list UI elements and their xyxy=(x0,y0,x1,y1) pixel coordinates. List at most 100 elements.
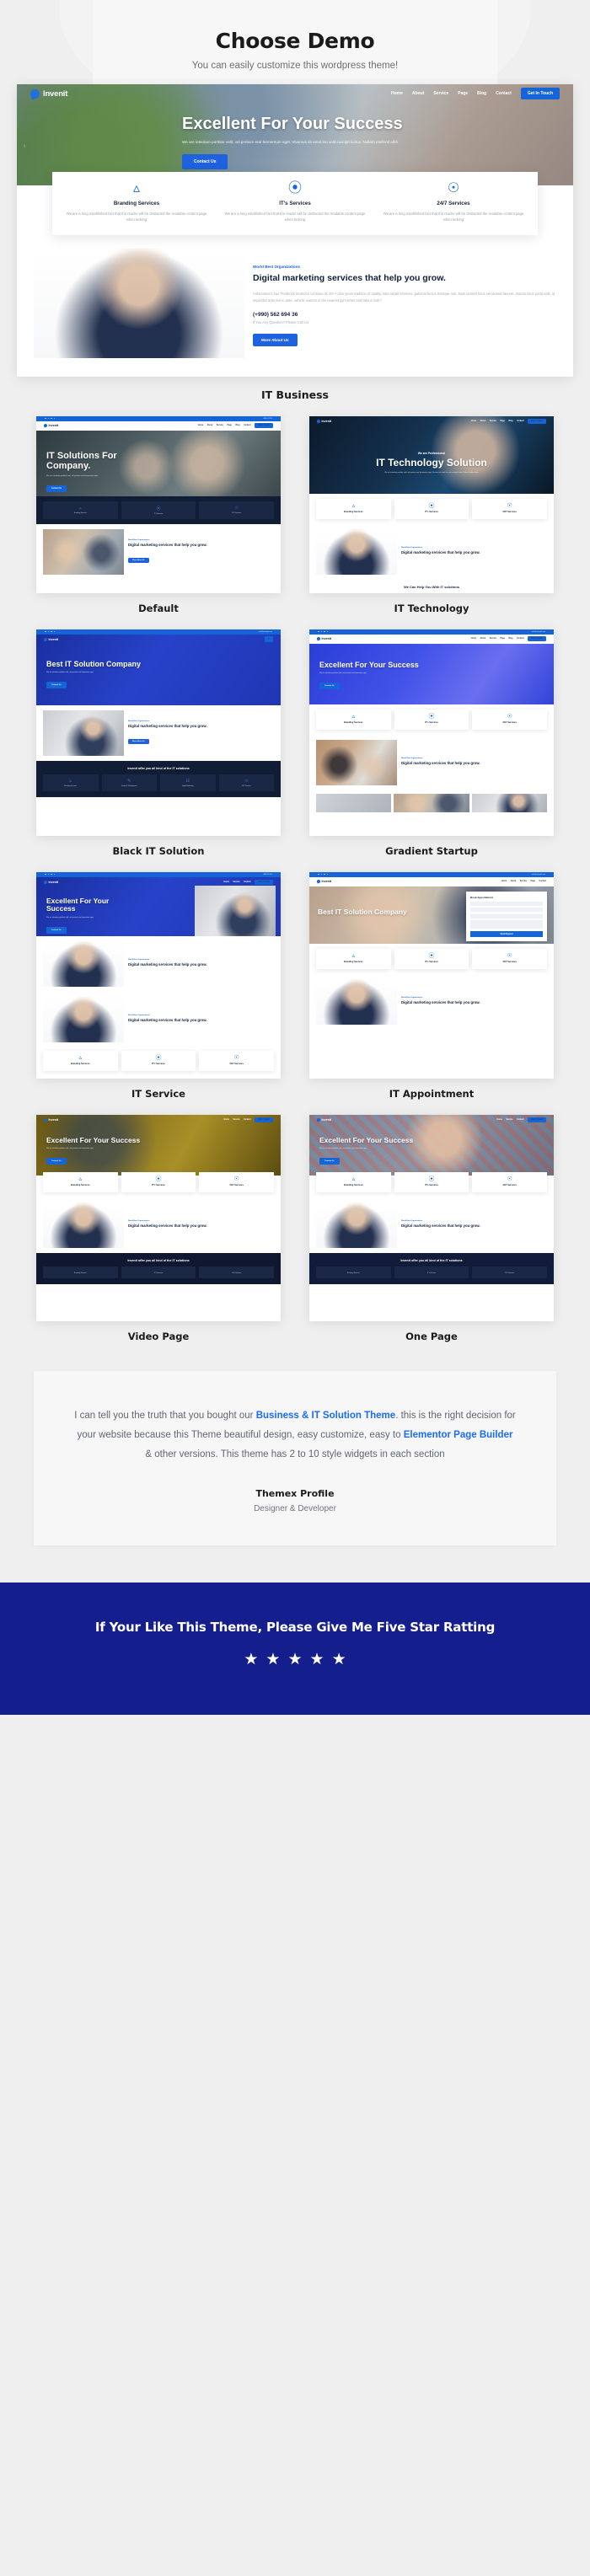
nav-item[interactable]: Service xyxy=(233,1119,239,1121)
service-card[interactable]: ☉ 24/7 Services xyxy=(472,1171,548,1192)
nav-item[interactable]: Page xyxy=(500,420,505,422)
service-card[interactable]: ⦿ IT's Services xyxy=(394,948,469,969)
service-card[interactable]: ⦿ IT's Services xyxy=(121,1171,196,1192)
service-card[interactable]: ▵ Branding Services xyxy=(43,1171,118,1192)
get-in-touch-button[interactable]: Get In Touch xyxy=(528,1117,546,1122)
service-card[interactable]: ▵ Branding Services xyxy=(316,1171,391,1192)
nav-item[interactable]: Service xyxy=(217,425,223,426)
star-icon[interactable]: ★ xyxy=(266,1652,280,1668)
nav-item[interactable]: Page xyxy=(500,638,505,640)
feature-box[interactable]: IT's Services xyxy=(394,1266,469,1278)
get-in-touch-button[interactable]: Get In Touch xyxy=(520,88,560,99)
nav-item[interactable]: Service xyxy=(490,638,496,640)
nav-item-service[interactable]: Service xyxy=(433,91,448,96)
nav-item[interactable]: Home xyxy=(496,1119,502,1121)
feature-box[interactable]: ☷ Digital Marketing xyxy=(160,774,216,791)
demo-thumbnail[interactable]: +880 01 1111 Invenit Home About Service … xyxy=(36,415,281,593)
service-card[interactable]: ☉ 24/7 Services xyxy=(472,709,548,730)
quote-link-theme[interactable]: Business & IT Solution Theme xyxy=(256,1411,396,1421)
feature-box[interactable]: ☉ 24/7 Services xyxy=(199,501,275,519)
star-icon[interactable]: ★ xyxy=(244,1652,258,1668)
nav-item[interactable]: Home xyxy=(223,881,228,883)
service-card[interactable]: ⦿ IT's Services xyxy=(394,709,469,730)
split-button[interactable]: More About Us xyxy=(128,557,149,563)
feature-box[interactable]: IT's Services xyxy=(121,1266,196,1278)
form-input[interactable] xyxy=(470,913,543,918)
service-card[interactable]: ▵ Branding Services We are a long establ… xyxy=(57,182,216,223)
get-in-touch-button[interactable]: Get In Touch xyxy=(255,423,273,429)
split-button[interactable]: More About Us xyxy=(128,738,149,744)
service-card[interactable]: ⦿ IT's Services We are a long establishe… xyxy=(216,182,374,223)
nav-item[interactable]: Service xyxy=(520,881,527,882)
demo-thumbnail[interactable]: info@example.com Invenit ☰ Best IT Solut… xyxy=(36,629,281,836)
service-card[interactable]: ☉ 24/7 Services xyxy=(472,948,548,969)
demo-thumbnail[interactable]: Invenit Home About Service Page Blog Con… xyxy=(309,415,554,593)
nav-item[interactable]: Contact xyxy=(244,425,251,426)
service-card[interactable]: ☉ 24/7 Services We are a long establishe… xyxy=(374,182,533,223)
nav-item[interactable]: Contact xyxy=(517,420,524,422)
nav-item[interactable]: Blog xyxy=(508,420,512,422)
form-submit-button[interactable]: Send Request xyxy=(470,931,543,938)
feature-box[interactable]: ✎ Design & Development xyxy=(101,774,157,791)
service-card[interactable]: ☉ 24/7 Services xyxy=(199,1171,275,1192)
feature-box[interactable]: ▵ Branding Services xyxy=(43,774,99,791)
nav-item[interactable]: Page xyxy=(530,881,535,882)
form-textarea[interactable] xyxy=(470,920,543,929)
hero-button[interactable]: Contact Us xyxy=(319,1158,340,1165)
nav-item[interactable]: Home xyxy=(198,425,203,426)
service-card[interactable]: ▵ Branding Services xyxy=(316,948,391,969)
feature-box[interactable]: 24/7 Services xyxy=(199,1266,275,1278)
feature-box[interactable]: ▵ Branding Services xyxy=(43,501,118,519)
nav-item-contact[interactable]: Contact xyxy=(496,91,512,96)
more-about-us-button[interactable]: More About Us xyxy=(253,334,298,347)
nav-item[interactable]: Home xyxy=(471,638,476,640)
hero-button[interactable]: Contact Us xyxy=(319,683,340,690)
service-card[interactable]: ⦿ IT's Services xyxy=(121,1050,196,1071)
star-rating[interactable]: ★ ★ ★ ★ ★ xyxy=(17,1652,573,1668)
nav-item-home[interactable]: Home xyxy=(391,91,403,96)
demo-thumbnail[interactable]: +880 01 1111 Invenit Home Service Contac… xyxy=(36,871,281,1079)
nav-item[interactable]: Contact xyxy=(244,881,251,883)
feature-box[interactable]: ⦿ IT's Services xyxy=(121,501,196,519)
nav-item[interactable]: About xyxy=(480,638,486,640)
demo-thumbnail[interactable]: info@example.com Invenit Home About Serv… xyxy=(309,871,554,1079)
nav-item[interactable]: Contact xyxy=(539,881,546,882)
nav-item[interactable]: About xyxy=(480,420,486,422)
nav-item[interactable]: Home xyxy=(471,420,476,422)
service-card[interactable]: ⦿ IT's Services xyxy=(394,498,469,519)
service-card[interactable]: ▵ Branding Services xyxy=(316,709,391,730)
get-in-touch-button[interactable]: Get In Touch xyxy=(528,418,546,424)
hero-contact-button[interactable]: Contact Us xyxy=(182,153,228,169)
form-input[interactable] xyxy=(470,908,543,913)
get-in-touch-button[interactable]: Get In Touch xyxy=(255,1117,273,1122)
star-icon[interactable]: ★ xyxy=(332,1652,346,1668)
nav-item[interactable]: Blog xyxy=(508,638,512,640)
nav-item[interactable]: Page xyxy=(227,425,232,426)
feature-box[interactable]: ☉ 24/7 Services xyxy=(218,774,274,791)
nav-item[interactable]: Contact xyxy=(517,1119,524,1121)
carousel-prev-icon[interactable]: ‹ xyxy=(24,143,31,151)
get-in-touch-button[interactable]: Get In Touch xyxy=(255,879,273,885)
nav-item[interactable]: Home xyxy=(502,881,507,882)
service-card[interactable]: ▵ Branding Services xyxy=(316,498,391,519)
service-card[interactable]: ⦿ IT's Services xyxy=(394,1171,469,1192)
feature-box[interactable]: 24/7 Services xyxy=(472,1266,548,1278)
form-input[interactable] xyxy=(470,901,543,906)
nav-item[interactable]: Service xyxy=(506,1119,512,1121)
hero-button[interactable]: Contact Us xyxy=(46,1158,67,1165)
demo-thumbnail[interactable]: info@example.com Invenit Home About Serv… xyxy=(309,629,554,836)
nav-item-page[interactable]: Page xyxy=(458,91,468,96)
menu-toggle-icon[interactable]: ☰ xyxy=(264,636,273,643)
nav-item[interactable]: About xyxy=(207,425,213,426)
featured-demo-preview[interactable]: Invenit Home About Service Page Blog Con… xyxy=(17,84,573,377)
quote-link-elementor[interactable]: Elementor Page Builder xyxy=(404,1430,513,1440)
hero-button[interactable]: Contact Us xyxy=(46,485,67,493)
get-in-touch-button[interactable]: Get In Touch xyxy=(528,636,546,642)
nav-item[interactable]: Home xyxy=(223,1119,228,1121)
feature-box[interactable]: Branding Services xyxy=(316,1266,391,1278)
nav-item[interactable]: Service xyxy=(490,420,496,422)
feature-box[interactable]: Branding Services xyxy=(43,1266,118,1278)
star-icon[interactable]: ★ xyxy=(287,1652,302,1668)
nav-item[interactable]: Service xyxy=(233,881,239,883)
hero-button[interactable]: Contact Us xyxy=(46,927,67,935)
